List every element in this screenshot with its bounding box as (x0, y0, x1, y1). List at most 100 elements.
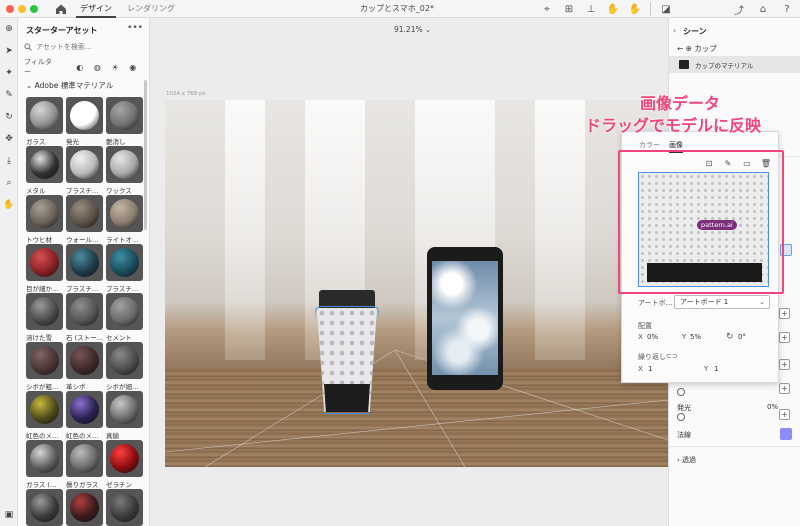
close-window-button[interactable] (6, 5, 14, 13)
trash-icon[interactable]: 🗑 (761, 158, 771, 168)
normal-color-swatch[interactable] (780, 428, 792, 440)
slider-handle[interactable] (677, 413, 685, 421)
sample-material-icon[interactable]: ✎ (2, 88, 16, 102)
move-icon[interactable]: ✥ (2, 132, 16, 146)
drop-icon[interactable]: ⤓ (2, 154, 16, 168)
orbit-icon[interactable]: ↻ (2, 110, 16, 124)
scrollbar[interactable] (144, 80, 147, 230)
material-tile[interactable]: 艶消し (106, 97, 143, 146)
material-tile[interactable]: 石 (ストー… (66, 293, 103, 342)
material-tile[interactable]: 革シボ (66, 342, 103, 391)
filter-material-icon[interactable]: ◐ (75, 63, 84, 72)
repeat-x-value[interactable]: 1 (648, 365, 652, 373)
artboard-select[interactable]: アートボード 1 ⌄ (674, 295, 770, 309)
material-tile[interactable]: プラスチ… (66, 244, 103, 293)
share-icon[interactable]: ⌂ (756, 2, 770, 16)
material-tile[interactable]: 曇りガラス (66, 440, 103, 489)
edit-pencil-icon[interactable]: ✎ (723, 158, 733, 168)
assets-panel: スターターアセット ••• フィルター ◐ ◍ ☀ ◉ ⌄ Adobe 標準マテ… (18, 18, 150, 526)
maximize-window-button[interactable] (30, 5, 38, 13)
export-icon[interactable]: ⤴ (732, 2, 746, 17)
zoom-level[interactable]: 91.21% ⌄ (394, 25, 431, 34)
snap-icon[interactable]: ⊞ (562, 2, 576, 16)
material-tile[interactable]: ライトオ… (106, 195, 143, 244)
section-adobe-materials[interactable]: ⌄ Adobe 標準マテリアル (26, 80, 113, 91)
smartphone-model[interactable] (427, 247, 503, 390)
help-icon[interactable]: ? (780, 2, 794, 16)
3d-viewport[interactable] (165, 100, 668, 467)
material-tile[interactable]: 真鍮 (106, 391, 143, 440)
filter-image-icon[interactable]: ◉ (128, 63, 137, 72)
material-tile[interactable]: 溶けた雪 (26, 293, 63, 342)
material-tile[interactable]: 発光 (66, 97, 103, 146)
cup-model[interactable] (315, 290, 379, 414)
material-label: 目が細か… (26, 285, 59, 293)
hand-alt-icon[interactable]: ✋ (628, 2, 642, 16)
select-tool-icon[interactable]: ➤ (2, 44, 16, 58)
repeat-y-value[interactable]: 1 (714, 365, 718, 373)
add-map-button[interactable]: + (779, 359, 790, 370)
render-preview-icon[interactable]: ◪ (659, 2, 673, 16)
material-tile[interactable]: 目が細か… (26, 244, 63, 293)
tab-color[interactable]: カラー (639, 140, 660, 150)
transparency-section[interactable]: › 透過 (677, 455, 696, 465)
pan-hand-icon[interactable]: ✋ (2, 198, 16, 212)
y-value[interactable]: 5% (690, 333, 701, 341)
material-tile[interactable]: プラスチ… (106, 244, 143, 293)
material-tile[interactable] (106, 489, 143, 526)
image-preview[interactable]: pattern.ai (638, 172, 769, 287)
add-map-button[interactable]: + (779, 409, 790, 420)
hand-icon[interactable]: ✋ (606, 2, 620, 16)
material-tile[interactable]: トウヒ材 (26, 195, 63, 244)
material-tile[interactable]: ゼラチン (106, 440, 143, 489)
filter-model-icon[interactable]: ◍ (93, 63, 102, 72)
material-tile[interactable]: ガラス (… (26, 440, 63, 489)
tab-render[interactable]: レンダリング (127, 3, 175, 14)
back-arrow-icon[interactable]: ← (677, 44, 686, 53)
ground-icon[interactable]: ⊥ (584, 2, 598, 16)
color-swatch[interactable] (780, 244, 792, 256)
collapse-icon[interactable]: › (673, 26, 676, 35)
search-icon (24, 43, 32, 51)
x-value[interactable]: 0% (647, 333, 658, 341)
material-tile[interactable]: 虹色のメ… (66, 391, 103, 440)
material-sphere (110, 297, 139, 326)
material-tile[interactable]: セメント (106, 293, 143, 342)
filter-light-icon[interactable]: ☀ (111, 63, 120, 72)
more-options-icon[interactable]: ••• (127, 23, 143, 33)
material-swatch (26, 293, 63, 330)
breadcrumb[interactable]: ← ⊕ カップ (677, 43, 717, 54)
minimize-window-button[interactable] (18, 5, 26, 13)
material-tile[interactable]: プラスチ… (66, 146, 103, 195)
fit-image-icon[interactable]: ⊡ (704, 158, 714, 168)
slider-handle[interactable] (677, 388, 685, 396)
tab-image[interactable]: 画像 (669, 140, 683, 153)
material-tile[interactable] (26, 489, 63, 526)
material-tile[interactable]: ガラス (26, 97, 63, 146)
link-icon[interactable]: ⊂⊃ (666, 352, 678, 360)
add-map-button[interactable]: + (779, 383, 790, 394)
rotation-value[interactable]: 0° (738, 333, 746, 341)
material-tile[interactable]: ワックス (106, 146, 143, 195)
tab-design[interactable]: デザイン (76, 3, 116, 18)
canvas-size-label: 1024 x 768 px (166, 91, 206, 97)
add-map-button[interactable]: + (779, 332, 790, 343)
material-row[interactable]: カップのマテリアル (669, 56, 800, 73)
zoom-icon[interactable]: ⌕ (2, 176, 16, 190)
repeat-y-label: Y (704, 365, 709, 373)
material-tile[interactable]: シボが粗… (26, 342, 63, 391)
material-label: ガラス (26, 138, 46, 146)
magic-select-icon[interactable]: ✦ (2, 66, 16, 80)
material-tile[interactable]: 虹色のメ… (26, 391, 63, 440)
home-icon[interactable] (54, 2, 68, 16)
add-icon[interactable]: ⊕ (2, 22, 16, 36)
material-tile[interactable] (66, 489, 103, 526)
material-tile[interactable]: メタル (26, 146, 63, 195)
add-map-button[interactable]: + (779, 308, 790, 319)
search-input[interactable] (36, 43, 136, 51)
layers-icon[interactable]: ▣ (2, 508, 16, 522)
camera-icon[interactable]: ⌖ (540, 2, 554, 16)
folder-icon[interactable]: ▭ (742, 158, 752, 168)
material-tile[interactable]: シボが細… (106, 342, 143, 391)
material-tile[interactable]: ウォール… (66, 195, 103, 244)
